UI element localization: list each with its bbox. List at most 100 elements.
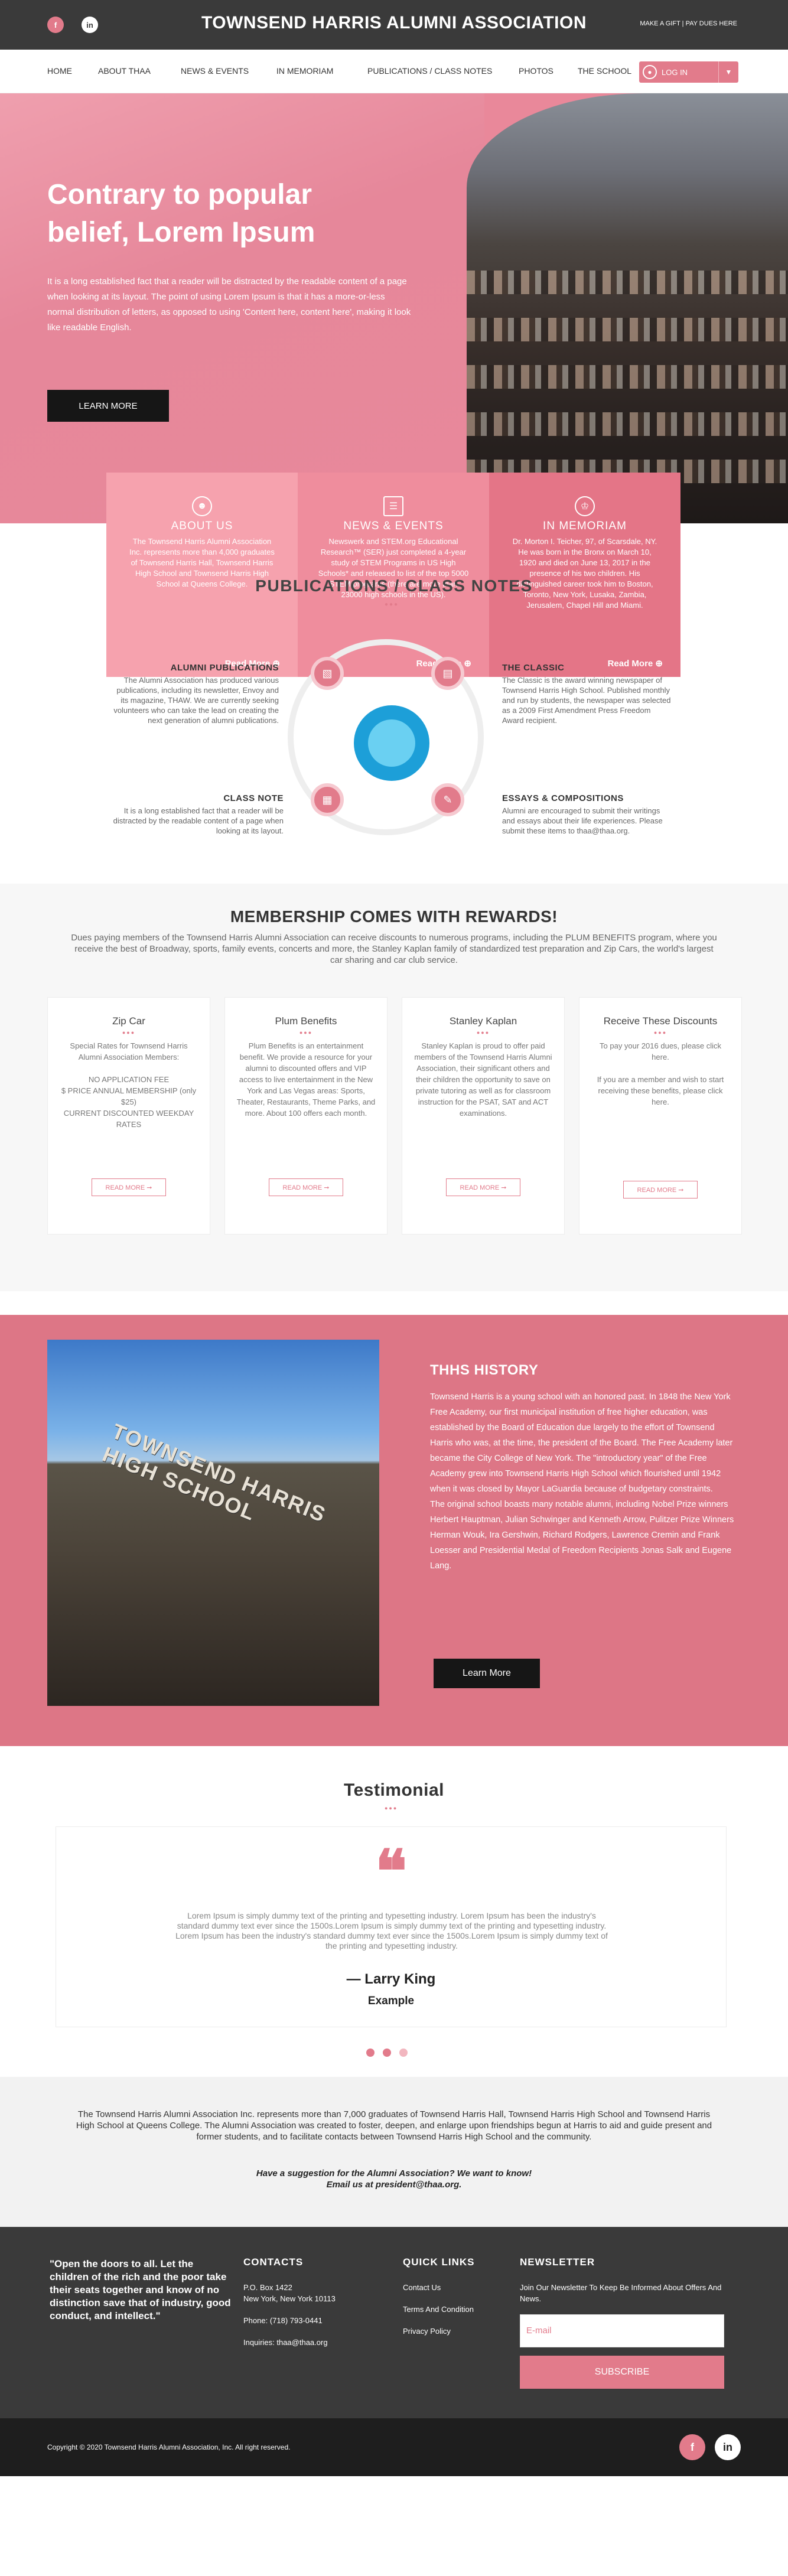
subscribe-button[interactable]: SUBSCRIBE — [520, 2356, 724, 2389]
center-graphic — [354, 705, 429, 781]
pub-text: It is a long established fact that a rea… — [113, 806, 284, 835]
learn-more-button[interactable]: LEARN MORE — [47, 390, 169, 422]
reward-card-kaplan: Stanley Kaplan ●●● Stanley Kaplan is pro… — [402, 997, 565, 1235]
link-contact-us[interactable]: Contact Us — [403, 2282, 475, 2293]
school-sign: TOWNSEND HARRIS HIGH SCHOOL — [99, 1418, 330, 1528]
membership-subtitle: Dues paying members of the Townsend Harr… — [71, 933, 717, 965]
newsletter-text: Join Our Newsletter To Keep Be Informed … — [520, 2283, 722, 2303]
pub-alumni-publications: ALUMNI PUBLICATIONS The Alumni Associati… — [108, 663, 279, 725]
nav-home[interactable]: HOME — [47, 66, 72, 76]
card-title: Plum Benefits — [275, 1015, 337, 1027]
quick-links-title: QUICK LINKS — [403, 2256, 475, 2268]
reward-card-discounts: Receive These Discounts ●●● To pay your … — [579, 997, 742, 1235]
pub-text: Alumni are encouraged to submit their wr… — [502, 806, 663, 835]
hero-title: Contrary to popular belief, Lorem Ipsum — [47, 179, 315, 248]
history-section: TOWNSEND HARRIS HIGH SCHOOL THHS HISTORY… — [0, 1315, 788, 1746]
login-button[interactable]: ● LOG IN ▼ — [639, 61, 738, 83]
nav-news-events[interactable]: NEWS & EVENTS — [181, 66, 249, 76]
address-line-1: P.O. Box 1422 — [243, 2283, 292, 2292]
carousel-dot-2[interactable] — [383, 2049, 391, 2057]
user-icon: ● — [643, 65, 657, 79]
main-nav: HOME ABOUT THAA NEWS & EVENTS IN MEMORIA… — [0, 50, 788, 93]
divider-dots: ●●● — [476, 1030, 490, 1035]
nav-in-memoriam[interactable]: IN MEMORIAM — [276, 66, 333, 76]
address-line-2: New York, New York 10113 — [243, 2294, 336, 2303]
card-title: Zip Car — [112, 1015, 145, 1027]
newsletter-column: NEWSLETTER Join Our Newsletter To Keep B… — [520, 2256, 724, 2304]
history-text: Townsend Harris is a young school with a… — [430, 1392, 734, 1571]
inquiries-email[interactable]: Inquiries: thaa@thaa.org — [243, 2337, 336, 2348]
divider-dots: ●●● — [653, 1030, 667, 1035]
pub-text: The Classic is the award winning newspap… — [502, 676, 671, 725]
testimonial-section: Testimonial ●●● ❝ Lorem Ipsum is simply … — [0, 1746, 788, 2077]
newsletter-title: NEWSLETTER — [520, 2256, 595, 2268]
pub-title: CLASS NOTE — [223, 793, 284, 803]
nav-publications[interactable]: PUBLICATIONS / CLASS NOTES — [367, 66, 492, 76]
section-title: MEMBERSHIP COMES WITH REWARDS! — [230, 907, 558, 926]
read-more-button[interactable]: READ MORE ➞ — [446, 1178, 520, 1196]
email-field[interactable]: E-mail — [520, 2314, 724, 2347]
chevron-down-icon[interactable]: ▼ — [718, 61, 738, 83]
contacts-title: CONTACTS — [243, 2256, 304, 2268]
linkedin-icon[interactable]: in — [715, 2434, 741, 2460]
divider-dots: ●●● — [299, 1030, 313, 1035]
membership-section: MEMBERSHIP COMES WITH REWARDS! Dues payi… — [0, 884, 788, 1291]
top-bar: f in TOWNSEND HARRIS ALUMNI ASSOCIATION … — [0, 0, 788, 50]
user-icon: ☻ — [192, 496, 212, 516]
quick-links-column: QUICK LINKS Contact Us Terms And Conditi… — [403, 2256, 475, 2347]
nav-about[interactable]: ABOUT THAA — [98, 66, 151, 76]
nav-the-school[interactable]: THE SCHOOL — [578, 66, 631, 76]
link-privacy[interactable]: Privacy Policy — [403, 2326, 475, 2337]
reward-card-plum: Plum Benefits ●●● Plum Benefits is an en… — [224, 997, 388, 1235]
pencil-icon[interactable]: ✎ — [431, 783, 464, 816]
hero-photo — [467, 93, 788, 523]
card-text: Plum Benefits is an entertainment benefi… — [236, 1041, 376, 1118]
card-text: To pay your 2016 dues, please click here… — [597, 1041, 724, 1106]
read-more-button[interactable]: READ MORE ➞ — [623, 1181, 698, 1199]
hero-body: It is a long established fact that a rea… — [47, 276, 411, 333]
carousel-dot-1[interactable] — [366, 2049, 375, 2057]
document-icon: ☰ — [383, 496, 403, 516]
divider-dots: ●●● — [385, 1805, 398, 1811]
hero: Contrary to popular belief, Lorem Ipsum … — [0, 93, 788, 523]
copyright-text: Copyright © 2020 Townsend Harris Alumni … — [47, 2443, 291, 2451]
testimonial-role: Example — [367, 1995, 415, 2007]
pub-essays: ESSAYS & COMPOSITIONS Alumni are encoura… — [502, 793, 673, 836]
divider-dots: ●●● — [122, 1030, 136, 1035]
about-text: The Townsend Harris Alumni Association I… — [76, 2109, 712, 2142]
testimonial-author: — Larry King — [346, 1971, 436, 1987]
pub-title: THE CLASSIC — [502, 663, 565, 673]
card-text: Stanley Kaplan is proud to offer paid me… — [414, 1041, 552, 1118]
pub-text: The Alumni Association has produced vari… — [113, 676, 279, 725]
pub-title: ALUMNI PUBLICATIONS — [170, 663, 279, 673]
gift-dues-link[interactable]: MAKE A GIFT | PAY DUES HERE — [640, 20, 737, 27]
pub-the-classic: THE CLASSIC The Classic is the award win… — [502, 663, 673, 725]
candle-icon: ♔ — [575, 496, 595, 516]
phone: Phone: (718) 793-0441 — [243, 2316, 323, 2325]
testimonial-card: ❝ Lorem Ipsum is simply dummy text of th… — [56, 1826, 727, 2027]
reward-card-zipcar: Zip Car ●●● Special Rates for Townsend H… — [47, 997, 210, 1235]
publications-section: PUBLICATIONS / CLASS NOTES ●●● ▧ ▤ ▦ ✎ A… — [0, 523, 788, 835]
read-more-button[interactable]: READ MORE ➞ — [92, 1178, 166, 1196]
link-terms[interactable]: Terms And Condition — [403, 2304, 475, 2315]
divider-dots: ●●● — [385, 601, 399, 608]
footer-quote: "Open the doors to all. Let the children… — [50, 2258, 231, 2321]
newspaper-icon[interactable]: ▤ — [431, 657, 464, 690]
calendar-icon[interactable]: ▦ — [311, 783, 344, 816]
nav-photos[interactable]: PHOTOS — [519, 66, 553, 76]
history-learn-more-button[interactable]: Learn More — [434, 1659, 540, 1688]
login-label: LOG IN — [662, 67, 688, 77]
carousel-dot-3[interactable] — [399, 2049, 408, 2057]
suggestion-text: Have a suggestion for the Alumni Associa… — [256, 2168, 532, 2190]
about-strip: The Townsend Harris Alumni Association I… — [0, 2077, 788, 2227]
testimonial-text: Lorem Ipsum is simply dummy text of the … — [175, 1911, 608, 1950]
facebook-icon[interactable]: f — [679, 2434, 705, 2460]
read-more-button[interactable]: READ MORE ➞ — [269, 1178, 343, 1196]
contacts-column: CONTACTS P.O. Box 1422 New York, New Yor… — [243, 2256, 336, 2348]
page: f in TOWNSEND HARRIS ALUMNI ASSOCIATION … — [0, 0, 788, 2476]
copyright-bar: Copyright © 2020 Townsend Harris Alumni … — [0, 2418, 788, 2476]
book-icon[interactable]: ▧ — [311, 657, 344, 690]
footer: "Open the doors to all. Let the children… — [0, 2227, 788, 2418]
quote-icon: ❝ — [375, 1839, 407, 1905]
